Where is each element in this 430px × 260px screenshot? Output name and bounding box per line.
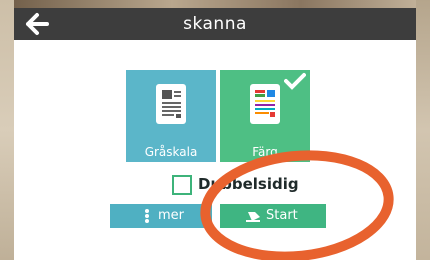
- duplex-checkbox[interactable]: [172, 175, 192, 195]
- selected-check-icon: [284, 73, 306, 90]
- device-bezel-top: [0, 0, 430, 8]
- device-bezel-right: [416, 0, 430, 260]
- document-grayscale-icon: [156, 84, 186, 124]
- highlight-annotation-ellipse: [200, 150, 394, 260]
- more-label: mer: [158, 208, 185, 223]
- vertical-dots-icon: [145, 209, 149, 223]
- page-title: skanna: [183, 14, 247, 34]
- title-bar: skanna: [14, 8, 416, 40]
- device-bezel-left: [0, 0, 14, 260]
- back-button[interactable]: [24, 12, 50, 36]
- arrow-left-icon: [26, 13, 49, 35]
- document-color-icon: [250, 84, 280, 124]
